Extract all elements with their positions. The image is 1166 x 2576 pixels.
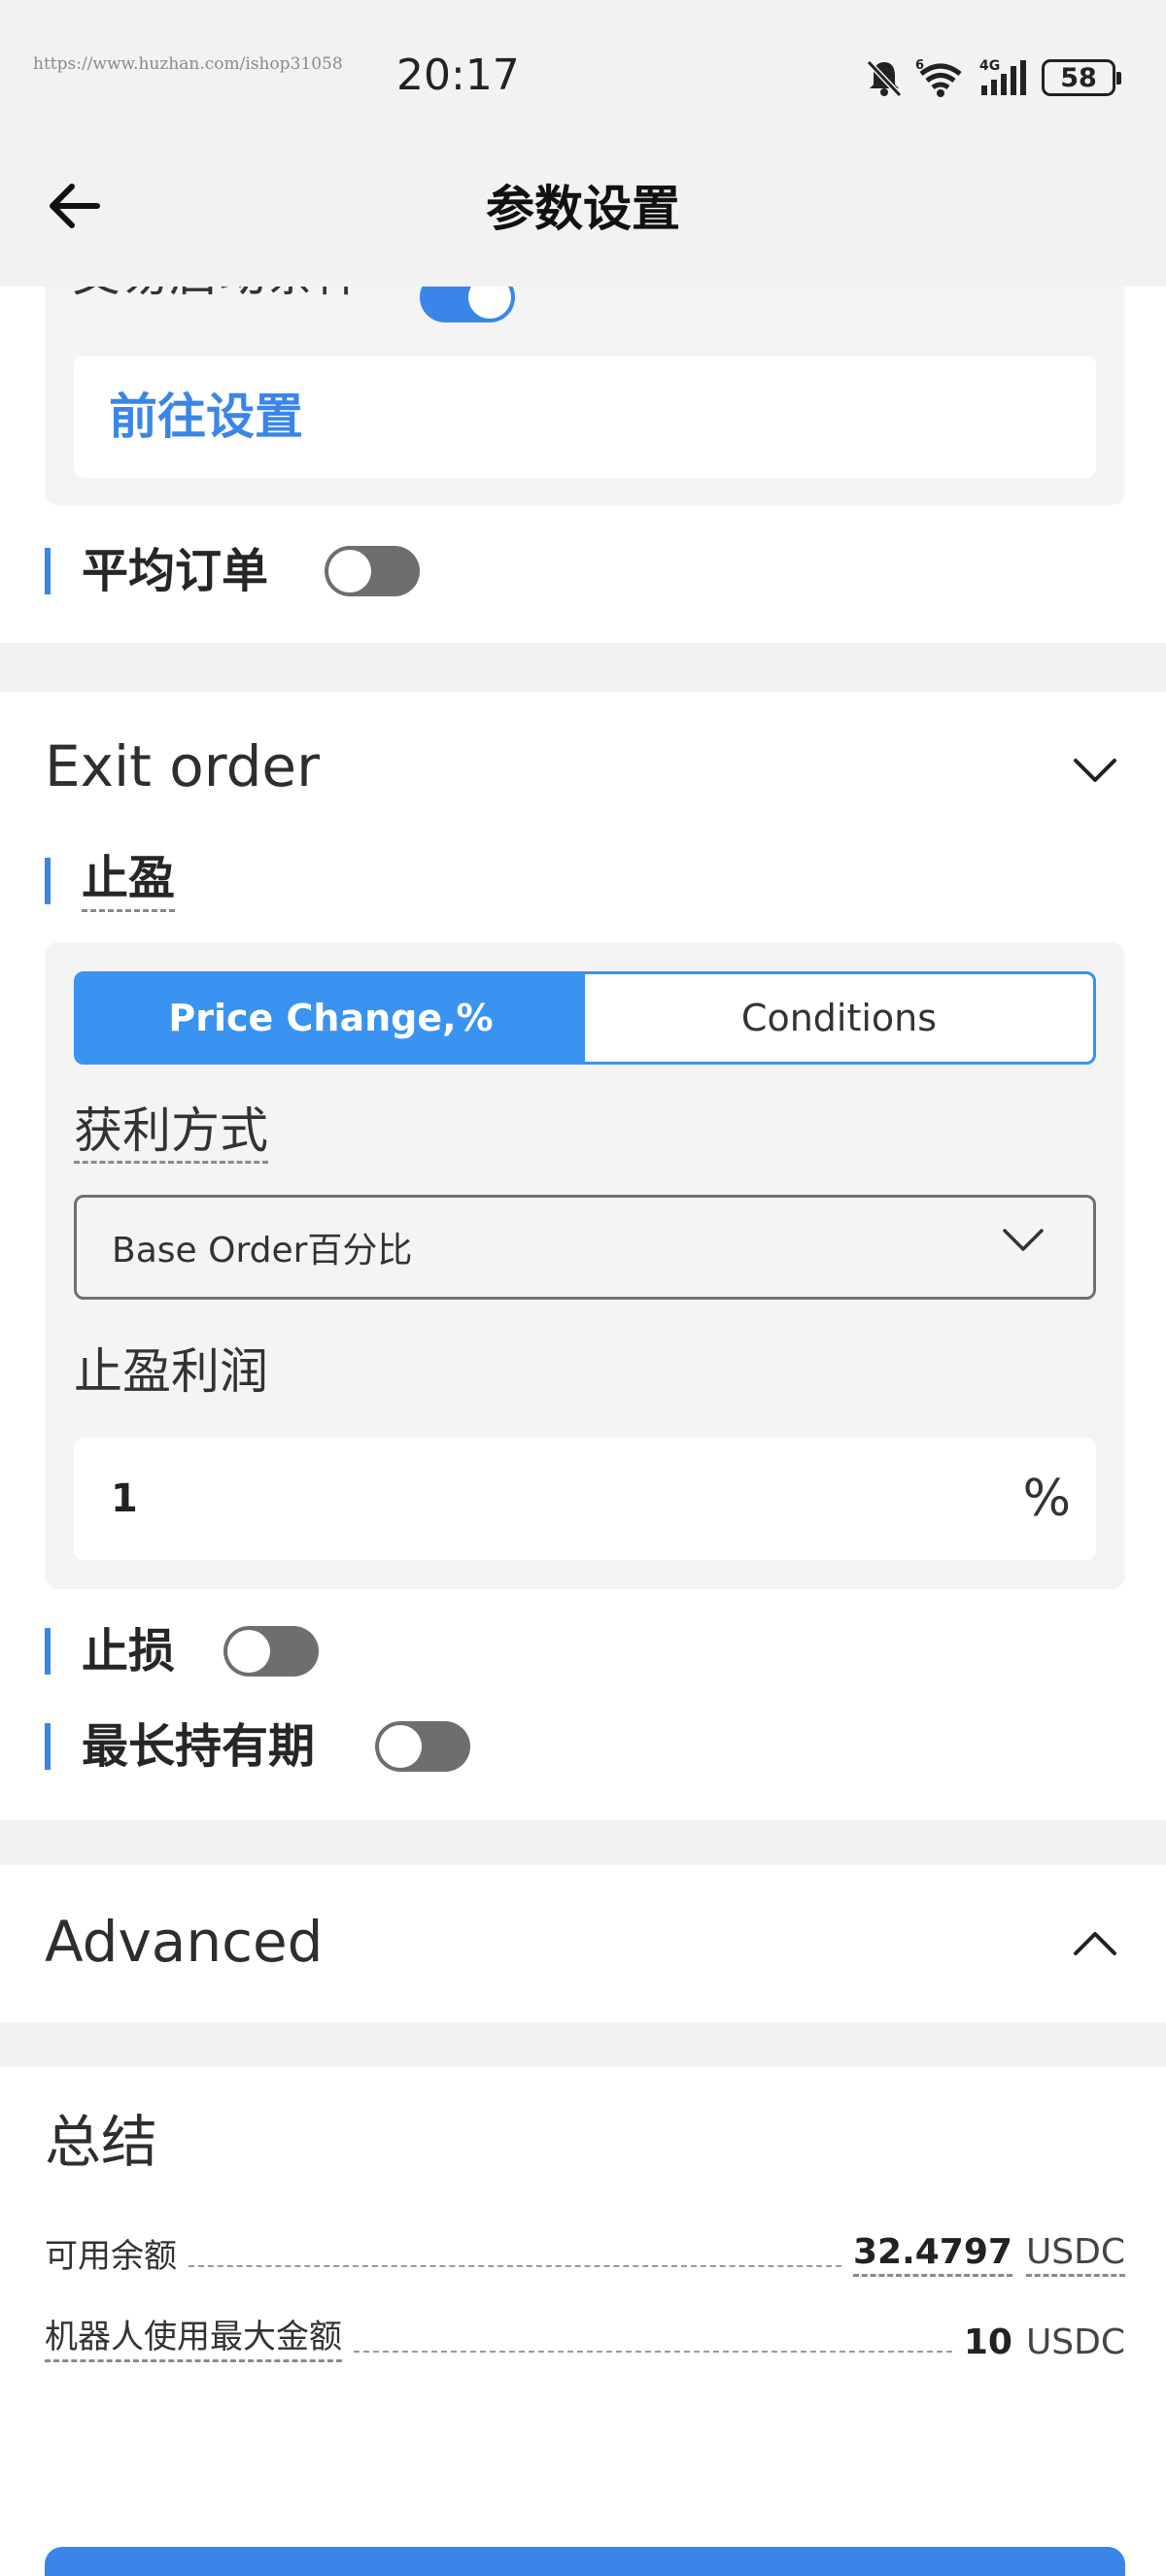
profit-method-select[interactable]: Base Order百分比 [74, 1195, 1096, 1300]
advanced-card[interactable]: Advanced [0, 1865, 1166, 2022]
signal-label: 4G [979, 58, 1000, 74]
battery-level: 58 [1060, 62, 1097, 93]
chevron-down-icon [1003, 1229, 1044, 1251]
summary-card: 总结 可用余额 32.4797 USDC 机器人使用最大金额 10 USDC [0, 2067, 1166, 2576]
status-time: 20:17 [396, 51, 520, 100]
average-order-row: 平均订单 [45, 542, 268, 600]
bell-muted-icon [866, 59, 903, 98]
dotted-leader [189, 2265, 841, 2267]
summary-row-currency: USDC [1025, 2232, 1125, 2277]
profit-amount-unit: % [1022, 1470, 1071, 1528]
dotted-leader [354, 2351, 952, 2353]
status-icons: 6 4G 58 [865, 54, 1121, 101]
start-condition-panel-bg: 交易启动条件 前往设置 [45, 246, 1125, 505]
profit-amount-label: 止盈利润 [74, 1343, 268, 1400]
submit-button[interactable] [45, 2547, 1125, 2576]
summary-title: 总结 [45, 2109, 158, 2175]
exit-order-title: Exit order [45, 733, 320, 799]
section-accent-bar [45, 857, 51, 904]
exit-order-card: Exit order 止盈 Price Change,% Conditions … [0, 692, 1166, 1820]
max-hold-toggle[interactable] [375, 1721, 470, 1772]
profit-method-label: 获利方式 [74, 1100, 268, 1164]
battery-indicator: 58 [1042, 59, 1121, 96]
section-accent-bar [45, 548, 51, 594]
max-hold-row: 最长持有期 [45, 1717, 315, 1776]
stop-loss-label: 止损 [82, 1624, 176, 1678]
summary-row-value: 10 [963, 2322, 1012, 2362]
section-accent-bar [45, 1723, 51, 1770]
go-settings-link-visible[interactable]: 前往设置 [109, 383, 303, 451]
page-title: 参数设置 [486, 181, 680, 237]
toggle-knob [379, 1725, 422, 1768]
take-profit-panel: Price Change,% Conditions 获利方式 Base Orde… [45, 942, 1125, 1589]
advanced-expand-toggle[interactable] [1071, 1919, 1119, 1968]
profit-method-value: Base Order百分比 [112, 1231, 413, 1271]
section-accent-bar [45, 1628, 51, 1675]
segment-conditions[interactable]: Conditions [585, 974, 1093, 1062]
exit-order-collapse-toggle[interactable] [1071, 746, 1119, 795]
average-order-toggle[interactable] [325, 546, 420, 596]
watermark-text: https://www.huzhan.com/ishop31058 [33, 54, 343, 74]
stop-loss-toggle[interactable] [223, 1626, 319, 1677]
average-order-label: 平均订单 [82, 544, 269, 598]
segment-price-change[interactable]: Price Change,% [77, 974, 585, 1062]
summary-row-value: 32.4797 [852, 2232, 1012, 2277]
summary-row: 可用余额 32.4797 USDC [45, 2222, 1125, 2277]
take-profit-mode-selector: Price Change,% Conditions [74, 971, 1096, 1065]
summary-row-currency: USDC [1025, 2322, 1125, 2362]
top-bar: https://www.huzhan.com/ishop31058 20:17 … [0, 0, 1166, 287]
profit-method-label-text: 获利方式 [74, 1102, 268, 1164]
advanced-title: Advanced [45, 1909, 324, 1975]
go-settings-field[interactable]: 前往设置 [74, 356, 1096, 478]
summary-row-label: 可用余额 [45, 2237, 177, 2276]
toggle-knob [227, 1630, 270, 1673]
chevron-down-icon [1074, 759, 1116, 782]
stop-loss-row: 止损 [45, 1622, 175, 1680]
take-profit-label: 止盈 [82, 849, 176, 912]
profit-amount-input[interactable] [74, 1476, 948, 1521]
max-hold-label: 最长持有期 [82, 1719, 316, 1774]
summary-row-label: 机器人使用最大金额 [45, 2310, 342, 2362]
wifi-icon: 6 [915, 58, 962, 97]
cellular-signal-icon: 4G [979, 58, 1026, 95]
take-profit-row: 止盈 [45, 849, 176, 912]
chevron-up-icon [1074, 1932, 1116, 1955]
toggle-knob [328, 550, 371, 593]
summary-row: 机器人使用最大金额 10 USDC [45, 2308, 1125, 2362]
profit-amount-field[interactable]: % [74, 1438, 1096, 1560]
